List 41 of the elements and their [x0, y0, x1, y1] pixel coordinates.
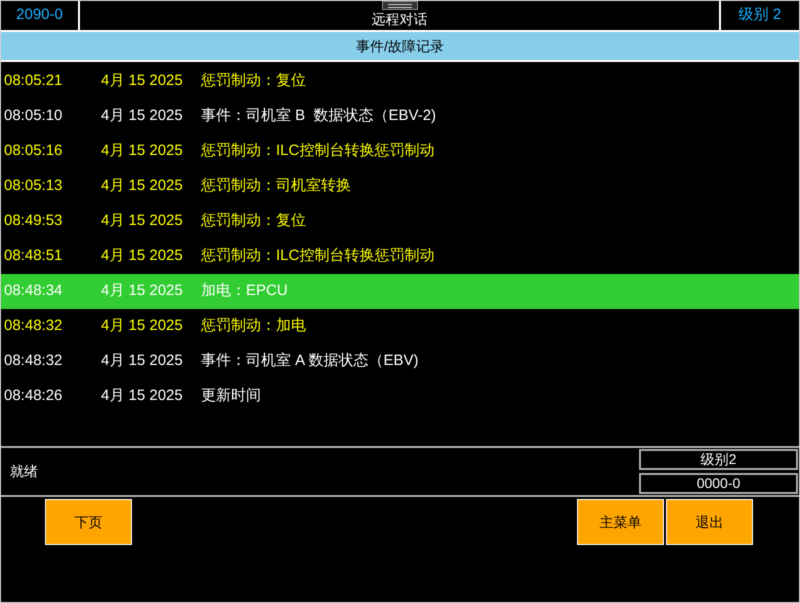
event-text: 惩罚制动：复位 — [201, 211, 306, 232]
unit-id: 2090-0 — [1, 1, 80, 30]
event-time: 08:48:51 — [3, 246, 64, 266]
event-text: 惩罚制动：司机室转换 — [201, 176, 351, 196]
event-text: 加电：EPCU — [201, 281, 288, 302]
event-date: 4月 15 2025 — [101, 176, 184, 196]
handle-icon[interactable] — [382, 1, 418, 10]
window-title: 远程对话 — [372, 11, 428, 28]
event-date: 4月 15 2025 — [101, 106, 184, 126]
event-time: 08:05:16 — [3, 141, 64, 162]
event-date: 4月 15 2025 — [101, 281, 184, 302]
event-text: 更新时间 — [201, 386, 261, 406]
status-code: 0000-0 — [639, 473, 798, 494]
menu-button[interactable]: 退出 — [666, 499, 753, 545]
event-text: 惩罚制动：复位 — [201, 71, 306, 92]
access-level: 级别 2 — [719, 1, 799, 30]
status-level: 级别2 — [639, 449, 798, 470]
event-date: 4月 15 2025 — [101, 386, 184, 406]
event-date: 4月 15 2025 — [101, 211, 184, 232]
event-text: 惩罚制动：ILC控制台转换惩罚制动 — [201, 141, 434, 162]
next-page-button[interactable]: 下页 — [45, 499, 132, 545]
status-message: 就绪 — [9, 462, 39, 481]
section-header: 事件/故障记录 — [1, 32, 799, 62]
event-time: 08:48:32 — [3, 351, 64, 372]
event-time: 08:05:10 — [3, 106, 64, 126]
event-time: 08:05:13 — [3, 176, 64, 196]
event-time: 08:48:34 — [3, 281, 64, 302]
event-time: 08:48:26 — [3, 386, 64, 406]
event-date: 4月 15 2025 — [101, 141, 184, 162]
menu-button[interactable]: 主菜单 — [577, 499, 664, 545]
event-text: 事件：司机室 A 数据状态（EBV) — [201, 351, 419, 372]
event-text: 惩罚制动：加电 — [201, 316, 306, 336]
event-text: 惩罚制动：ILC控制台转换惩罚制动 — [201, 246, 434, 266]
event-date: 4月 15 2025 — [101, 351, 184, 372]
event-date: 4月 15 2025 — [101, 71, 184, 92]
event-time: 08:49:53 — [3, 211, 64, 232]
event-time: 08:05:21 — [3, 71, 64, 92]
event-time: 08:48:32 — [3, 316, 64, 336]
event-date: 4月 15 2025 — [101, 316, 184, 336]
event-date: 4月 15 2025 — [101, 246, 184, 266]
event-text: 事件：司机室 B 数据状态（EBV-2) — [201, 106, 436, 126]
